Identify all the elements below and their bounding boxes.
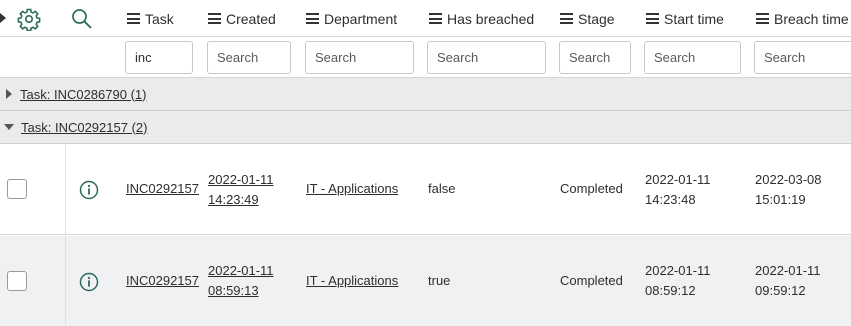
breach-time-search-input[interactable] xyxy=(754,41,851,74)
group-row-expanded[interactable]: Task: INC0292157 (2) xyxy=(0,111,851,144)
has-breached-value: false xyxy=(428,181,456,196)
start-time-value: 2022-01-11 14:23:48 xyxy=(645,170,711,210)
breach-time: 09:59:12 xyxy=(755,283,806,298)
column-header-label: Department xyxy=(324,10,398,27)
column-header-created[interactable]: Created xyxy=(208,0,276,37)
column-menu-icon[interactable] xyxy=(756,13,769,24)
table-row: INC0292157 2022-01-11 08:59:13 IT - Appl… xyxy=(0,236,851,326)
created-link[interactable]: 2022-01-11 14:23:49 xyxy=(208,170,274,210)
created-date: 2022-01-11 xyxy=(208,263,274,278)
row-checkbox[interactable] xyxy=(7,271,27,291)
column-header-row: Task Created Department Has breached Sta… xyxy=(0,0,851,37)
collapse-group-icon[interactable] xyxy=(4,124,14,130)
created-search-input[interactable] xyxy=(207,41,291,74)
search-icon[interactable] xyxy=(71,8,93,30)
info-icon[interactable] xyxy=(79,180,99,200)
task-number-link[interactable]: INC0292157 xyxy=(126,179,199,199)
column-header-label: Stage xyxy=(578,10,615,27)
created-link[interactable]: 2022-01-11 08:59:13 xyxy=(208,261,274,301)
column-header-has-breached[interactable]: Has breached xyxy=(429,0,534,37)
created-date: 2022-01-11 xyxy=(208,172,274,187)
start-time: 14:23:48 xyxy=(645,192,696,207)
column-menu-icon[interactable] xyxy=(127,13,140,24)
column-menu-icon[interactable] xyxy=(560,13,573,24)
column-header-stage[interactable]: Stage xyxy=(560,0,615,37)
row-checkbox[interactable] xyxy=(7,179,27,199)
breach-time-value: 2022-01-11 09:59:12 xyxy=(755,261,821,301)
has-breached-value: true xyxy=(428,273,451,288)
column-header-start-time[interactable]: Start time xyxy=(646,0,724,37)
breach-time: 15:01:19 xyxy=(755,192,806,207)
column-menu-icon[interactable] xyxy=(208,13,221,24)
has-breached-search-input[interactable] xyxy=(427,41,546,74)
group-row-collapsed[interactable]: Task: INC0286790 (1) xyxy=(0,78,851,111)
department-link[interactable]: IT - Applications xyxy=(306,271,398,291)
column-header-department[interactable]: Department xyxy=(306,0,397,37)
column-header-label: Task xyxy=(145,10,174,27)
created-time: 08:59:13 xyxy=(208,283,259,298)
start-time-value: 2022-01-11 08:59:12 xyxy=(645,261,711,301)
column-header-label: Start time xyxy=(664,10,724,27)
expand-group-icon[interactable] xyxy=(6,89,12,99)
created-time: 14:23:49 xyxy=(208,192,259,207)
table-row: INC0292157 2022-01-11 14:23:49 IT - Appl… xyxy=(0,144,851,235)
stage-value: Completed xyxy=(560,273,623,288)
column-header-label: Breach time xyxy=(774,10,849,27)
expand-left-icon[interactable] xyxy=(0,13,6,23)
department-link[interactable]: IT - Applications xyxy=(306,179,398,199)
group-label[interactable]: Task: INC0286790 (1) xyxy=(20,87,146,102)
column-header-label: Created xyxy=(226,10,276,27)
column-menu-icon[interactable] xyxy=(646,13,659,24)
start-date: 2022-01-11 xyxy=(645,263,711,278)
breach-date: 2022-01-11 xyxy=(755,263,821,278)
stage-value: Completed xyxy=(560,181,623,196)
stage-search-input[interactable] xyxy=(559,41,631,74)
info-icon[interactable] xyxy=(79,272,99,292)
group-label[interactable]: Task: INC0292157 (2) xyxy=(21,120,147,135)
department-search-input[interactable] xyxy=(305,41,414,74)
column-menu-icon[interactable] xyxy=(429,13,442,24)
start-time-search-input[interactable] xyxy=(644,41,741,74)
column-header-label: Has breached xyxy=(447,10,535,27)
personalize-list-gear-icon[interactable] xyxy=(17,7,41,32)
column-menu-icon[interactable] xyxy=(306,13,319,24)
start-date: 2022-01-11 xyxy=(645,172,711,187)
task-search-input[interactable] xyxy=(125,41,193,74)
column-header-task[interactable]: Task xyxy=(127,0,174,37)
start-time: 08:59:12 xyxy=(645,283,696,298)
breach-date: 2022-03-08 xyxy=(755,172,822,187)
task-number-link[interactable]: INC0292157 xyxy=(126,271,199,291)
column-search-row xyxy=(0,37,851,78)
column-header-breach-time[interactable]: Breach time xyxy=(756,0,849,37)
breach-time-value: 2022-03-08 15:01:19 xyxy=(755,170,822,210)
